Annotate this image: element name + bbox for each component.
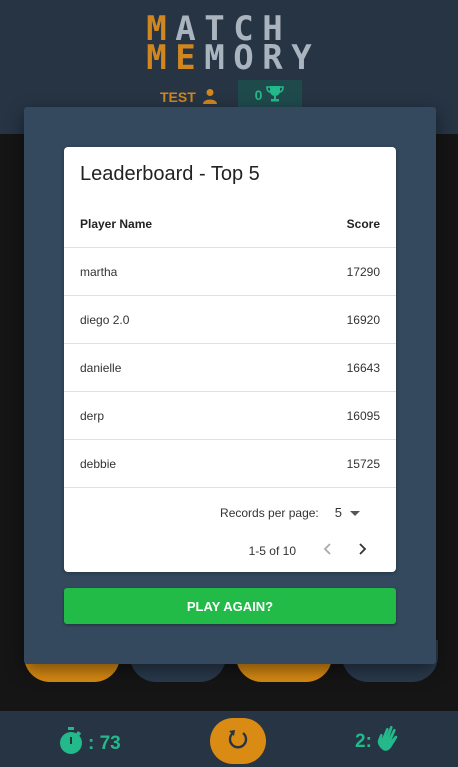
logo-letter: O — [233, 38, 254, 78]
logo-line-memory: MEMORY — [142, 38, 316, 78]
username: TEST — [160, 89, 196, 105]
next-page-icon[interactable] — [352, 539, 372, 562]
page-range: 1-5 of 10 — [248, 543, 296, 558]
stopwatch-icon — [58, 727, 84, 761]
logo-letter: M — [204, 38, 225, 78]
logo-line-match: MATCH — [142, 12, 316, 46]
match-memory-logo: MATCH MEMORY — [142, 12, 316, 78]
score-header[interactable]: Score — [268, 201, 396, 248]
leaderboard-card: Leaderboard - Top 5 Player Name Score ma… — [64, 147, 396, 572]
table-row: martha 17290 — [64, 247, 396, 296]
logo-letter: R — [262, 38, 283, 78]
timer-value: : 73 — [88, 733, 121, 754]
table-header-row: Player Name Score — [64, 201, 396, 248]
leaderboard-modal: Leaderboard - Top 5 Player Name Score ma… — [24, 107, 436, 664]
dropdown-arrow-icon — [350, 505, 360, 520]
timer: : 73 — [58, 727, 121, 761]
pagination: 1-5 of 10 — [249, 539, 372, 562]
pairs-counter: 2: — [355, 725, 402, 759]
leaderboard-rows: martha 17290 diego 2.0 16920 danielle 16643 de… — [64, 247, 396, 488]
player-name-cell: martha — [64, 247, 268, 296]
logo-letter: Y — [291, 38, 312, 78]
user-badge: TEST — [160, 86, 218, 108]
player-name-cell: diego 2.0 — [64, 295, 268, 344]
trophy-count: 0 — [254, 87, 263, 103]
leaderboard-table: Player Name Score martha 17290 diego 2.0 16… — [64, 201, 396, 488]
score-cell: 16643 — [267, 343, 396, 392]
logo-letter: M — [146, 38, 167, 78]
score-cell: 15725 — [267, 439, 396, 488]
table-row: debbie 15725 — [64, 439, 396, 488]
records-per-page-value: 5 — [334, 505, 342, 520]
player-name-cell: derp — [64, 391, 268, 440]
leaderboard-title: Leaderboard - Top 5 — [80, 163, 260, 185]
play-again-button[interactable]: PLAY AGAIN? — [64, 588, 396, 624]
reset-icon — [227, 728, 249, 755]
records-per-page-label: Records per page: — [220, 505, 319, 520]
prev-page-icon[interactable] — [318, 539, 338, 562]
table-row: diego 2.0 16920 — [64, 295, 396, 344]
table-row: danielle 16643 — [64, 343, 396, 392]
player-name-cell: debbie — [64, 439, 268, 488]
game-status-bar: : 73 2: — [0, 711, 458, 767]
score-cell: 16920 — [267, 295, 396, 344]
trophy-badge: 0 — [238, 80, 302, 110]
pairs-value: 2: — [355, 731, 372, 752]
table-row: derp 16095 — [64, 391, 396, 440]
reset-button[interactable] — [210, 718, 266, 764]
score-cell: 17290 — [267, 247, 396, 296]
person-icon — [202, 88, 218, 107]
hand-icon — [374, 725, 402, 759]
logo-letter: E — [175, 38, 196, 78]
player-name-header[interactable]: Player Name — [64, 201, 268, 248]
player-name-cell: danielle — [64, 343, 268, 392]
records-per-page: Records per page: 5 — [220, 505, 360, 520]
records-per-page-select[interactable]: 5 — [335, 505, 360, 520]
trophy-icon — [265, 85, 285, 105]
score-cell: 16095 — [267, 391, 396, 440]
